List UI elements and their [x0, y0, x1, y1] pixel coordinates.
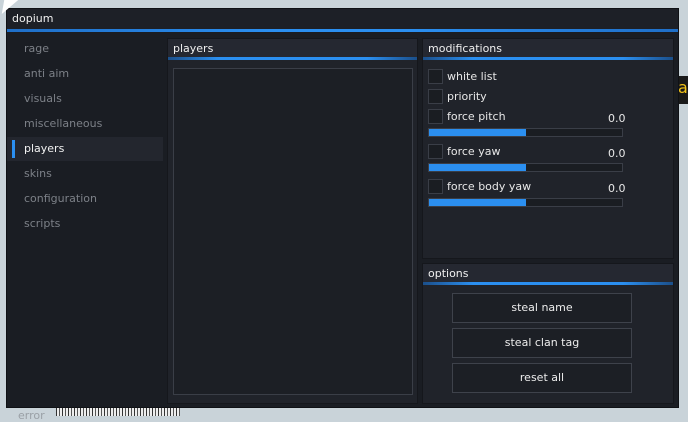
modifications-panel-title: modifications — [428, 42, 503, 55]
sidebar: rage anti aim visuals miscellaneous play… — [7, 33, 163, 422]
force-body-yaw-row[interactable]: force body yaw 0.0 — [428, 179, 668, 195]
players-list[interactable] — [173, 68, 413, 395]
sidebar-item-rage[interactable]: rage — [7, 37, 163, 61]
sidebar-item-scripts[interactable]: scripts — [7, 212, 163, 236]
players-panel-title: players — [173, 42, 214, 55]
white-list-label: white list — [447, 70, 497, 83]
sidebar-item-label: rage — [24, 42, 50, 55]
force-yaw-checkbox[interactable] — [428, 144, 443, 159]
panel-accent-line — [423, 57, 673, 60]
mouse-cursor-icon — [1, 0, 19, 14]
priority-label: priority — [447, 90, 487, 103]
window-title: dopium — [12, 12, 54, 25]
modifications-panel: modifications white list priority force … — [422, 38, 674, 259]
background-overlay-letter: a — [678, 78, 688, 97]
force-yaw-label: force yaw — [447, 145, 501, 158]
sidebar-item-label: anti aim — [24, 67, 70, 80]
white-list-checkbox[interactable] — [428, 69, 443, 84]
sidebar-item-label: scripts — [24, 217, 61, 230]
modifications-panel-header: modifications — [423, 39, 673, 57]
title-accent-line — [7, 29, 678, 32]
panel-accent-line — [423, 282, 673, 285]
priority-checkbox[interactable] — [428, 89, 443, 104]
cheat-menu-window: dopium rage anti aim visuals miscellaneo… — [6, 8, 679, 422]
steal-clan-tag-button[interactable]: steal clan tag — [452, 328, 632, 358]
sidebar-item-anti-aim[interactable]: anti aim — [7, 62, 163, 86]
force-pitch-checkbox[interactable] — [428, 109, 443, 124]
force-pitch-label: force pitch — [447, 110, 506, 123]
force-body-yaw-label: force body yaw — [447, 180, 532, 193]
force-body-yaw-value: 0.0 — [608, 182, 626, 195]
title-bar[interactable]: dopium — [7, 9, 678, 29]
sidebar-item-miscellaneous[interactable]: miscellaneous — [7, 112, 163, 136]
sidebar-item-label: visuals — [24, 92, 62, 105]
slider-fill — [429, 199, 526, 206]
steal-name-button[interactable]: steal name — [452, 293, 632, 323]
force-pitch-row[interactable]: force pitch 0.0 — [428, 109, 668, 125]
force-pitch-value: 0.0 — [608, 112, 626, 125]
options-panel: options steal name steal clan tag reset … — [422, 263, 674, 404]
sidebar-item-label: skins — [24, 167, 52, 180]
players-panel-header: players — [168, 39, 417, 57]
sidebar-item-skins[interactable]: skins — [7, 162, 163, 186]
options-panel-title: options — [428, 267, 469, 280]
slider-fill — [429, 164, 526, 171]
sidebar-item-label: configuration — [24, 192, 97, 205]
panel-accent-line — [168, 57, 417, 60]
sidebar-item-players[interactable]: players — [7, 137, 163, 161]
background-barcode — [56, 407, 180, 416]
options-panel-header: options — [423, 264, 673, 282]
sidebar-item-label: players — [24, 142, 65, 155]
players-panel: players — [167, 38, 418, 404]
slider-fill — [429, 129, 526, 136]
force-pitch-slider[interactable] — [428, 128, 623, 137]
sidebar-item-label: miscellaneous — [24, 117, 103, 130]
force-body-yaw-checkbox[interactable] — [428, 179, 443, 194]
force-yaw-value: 0.0 — [608, 147, 626, 160]
sidebar-item-configuration[interactable]: configuration — [7, 187, 163, 211]
reset-all-button[interactable]: reset all — [452, 363, 632, 393]
force-yaw-row[interactable]: force yaw 0.0 — [428, 144, 668, 160]
force-yaw-slider[interactable] — [428, 163, 623, 172]
sidebar-item-visuals[interactable]: visuals — [7, 87, 163, 111]
force-body-yaw-slider[interactable] — [428, 198, 623, 207]
